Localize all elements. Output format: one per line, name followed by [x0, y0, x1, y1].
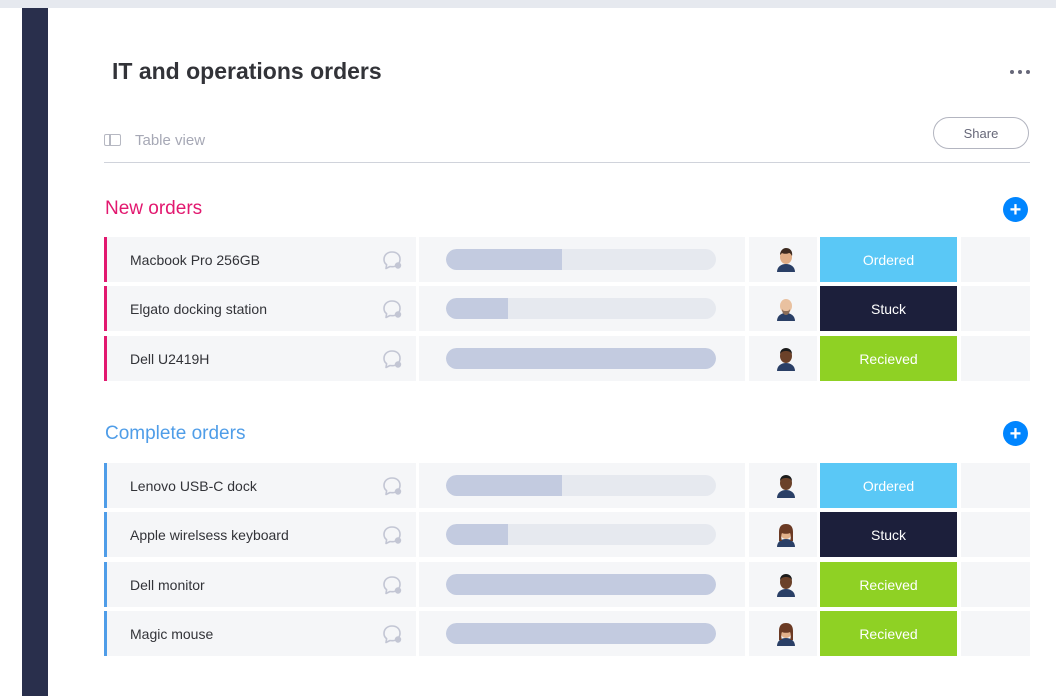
- window-top-border: [0, 0, 1056, 8]
- avatar: [774, 620, 798, 646]
- empty-cell[interactable]: [961, 237, 1030, 282]
- empty-cell[interactable]: [961, 562, 1030, 607]
- table-row[interactable]: Macbook Pro 256GB Ordered: [104, 237, 1030, 282]
- table-row[interactable]: Apple wirelsess keyboard Stuck: [104, 512, 1030, 557]
- timeline-cell[interactable]: [419, 336, 745, 381]
- timeline-cell[interactable]: [419, 611, 745, 656]
- table-row[interactable]: Lenovo USB-C dock Ordered: [104, 463, 1030, 508]
- table-row[interactable]: Elgato docking station Stuck: [104, 286, 1030, 331]
- progress-bar-fill: [446, 348, 716, 369]
- progress-bar: [446, 249, 716, 270]
- owner-cell[interactable]: [749, 463, 817, 508]
- comment-icon[interactable]: [380, 249, 404, 271]
- item-name-cell[interactable]: Lenovo USB-C dock: [107, 463, 416, 508]
- status-badge[interactable]: Recieved: [820, 562, 957, 607]
- status-badge[interactable]: Stuck: [820, 512, 957, 557]
- more-horizontal-icon[interactable]: [1006, 62, 1034, 82]
- progress-bar-fill: [446, 249, 563, 270]
- progress-bar: [446, 574, 716, 595]
- group-title-complete-orders[interactable]: Complete orders: [105, 423, 245, 445]
- empty-cell[interactable]: [961, 286, 1030, 331]
- status-badge[interactable]: Ordered: [820, 463, 957, 508]
- table-row[interactable]: Dell U2419H Recieved: [104, 336, 1030, 381]
- timeline-cell[interactable]: [419, 562, 745, 607]
- progress-bar-fill: [446, 475, 563, 496]
- item-name-cell[interactable]: Dell monitor: [107, 562, 416, 607]
- comment-icon[interactable]: [380, 623, 404, 645]
- view-label: Table view: [135, 131, 206, 149]
- owner-cell[interactable]: [749, 336, 817, 381]
- owner-cell[interactable]: [749, 562, 817, 607]
- progress-bar-fill: [446, 524, 509, 545]
- status-badge[interactable]: Recieved: [820, 611, 957, 656]
- header-divider: [104, 162, 1030, 163]
- progress-bar: [446, 524, 716, 545]
- owner-cell[interactable]: [749, 512, 817, 557]
- empty-cell[interactable]: [961, 512, 1030, 557]
- avatar: [774, 295, 798, 321]
- owner-cell[interactable]: [749, 286, 817, 331]
- comment-icon[interactable]: [380, 348, 404, 370]
- item-name-cell[interactable]: Apple wirelsess keyboard: [107, 512, 416, 557]
- status-badge[interactable]: Ordered: [820, 237, 957, 282]
- view-selector[interactable]: Table view: [104, 129, 205, 151]
- item-name-cell[interactable]: Elgato docking station: [107, 286, 416, 331]
- owner-cell[interactable]: [749, 237, 817, 282]
- item-name: Elgato docking station: [130, 300, 267, 317]
- comment-icon[interactable]: [380, 298, 404, 320]
- item-name: Magic mouse: [130, 625, 214, 642]
- progress-bar-fill: [446, 574, 716, 595]
- share-button[interactable]: Share: [933, 117, 1029, 149]
- owner-cell[interactable]: [749, 611, 817, 656]
- empty-cell[interactable]: [961, 336, 1030, 381]
- progress-bar: [446, 348, 716, 369]
- item-name: Dell U2419H: [130, 350, 210, 367]
- empty-cell[interactable]: [961, 611, 1030, 656]
- item-name: Lenovo USB-C dock: [130, 477, 257, 494]
- item-name: Macbook Pro 256GB: [130, 251, 260, 268]
- item-name: Apple wirelsess keyboard: [130, 526, 289, 543]
- item-name-cell[interactable]: Magic mouse: [107, 611, 416, 656]
- page-title: IT and operations orders: [112, 58, 382, 84]
- avatar: [774, 571, 798, 597]
- group-title-new-orders[interactable]: New orders: [105, 198, 202, 220]
- progress-bar: [446, 623, 716, 644]
- item-name: Dell monitor: [130, 576, 205, 593]
- progress-bar: [446, 475, 716, 496]
- timeline-cell[interactable]: [419, 512, 745, 557]
- item-name-cell[interactable]: Dell U2419H: [107, 336, 416, 381]
- comment-icon[interactable]: [380, 574, 404, 596]
- add-item-button-new-orders[interactable]: +: [1003, 197, 1028, 222]
- timeline-cell[interactable]: [419, 237, 745, 282]
- comment-icon[interactable]: [380, 524, 404, 546]
- add-item-button-complete-orders[interactable]: +: [1003, 421, 1028, 446]
- avatar: [774, 246, 798, 272]
- progress-bar-fill: [446, 623, 716, 644]
- empty-cell[interactable]: [961, 463, 1030, 508]
- table-row[interactable]: Magic mouse Recieved: [104, 611, 1030, 656]
- timeline-cell[interactable]: [419, 463, 745, 508]
- status-badge[interactable]: Recieved: [820, 336, 957, 381]
- comment-icon[interactable]: [380, 475, 404, 497]
- timeline-cell[interactable]: [419, 286, 745, 331]
- avatar: [774, 521, 798, 547]
- progress-bar-fill: [446, 298, 509, 319]
- avatar: [774, 345, 798, 371]
- table-view-icon: [104, 134, 121, 146]
- item-name-cell[interactable]: Macbook Pro 256GB: [107, 237, 416, 282]
- status-badge[interactable]: Stuck: [820, 286, 957, 331]
- progress-bar: [446, 298, 716, 319]
- avatar: [774, 472, 798, 498]
- table-row[interactable]: Dell monitor Recieved: [104, 562, 1030, 607]
- left-navigation-rail: [22, 8, 48, 696]
